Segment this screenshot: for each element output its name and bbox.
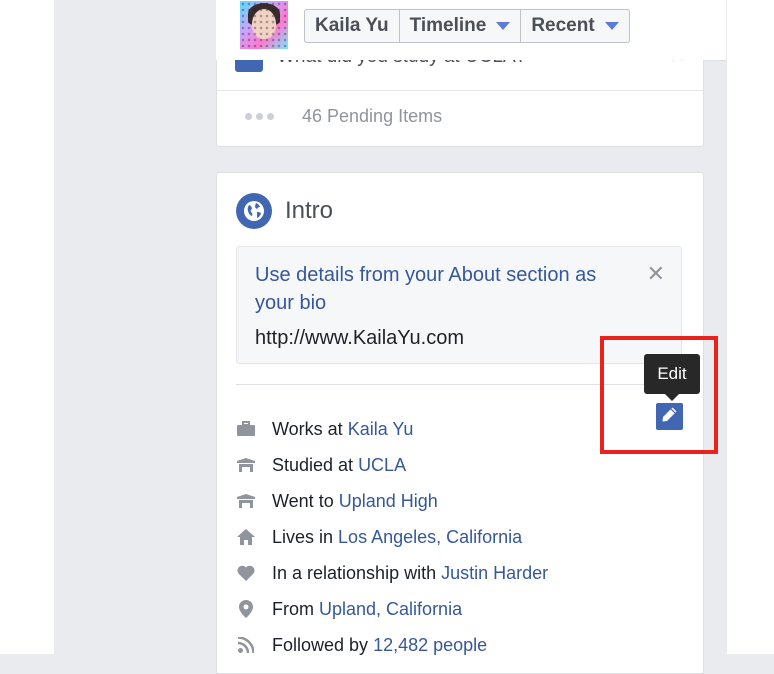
rss-icon xyxy=(236,635,256,655)
use-about-details-link[interactable]: Use details from your About section as y… xyxy=(255,261,635,317)
relationship-link[interactable]: Justin Harder xyxy=(441,563,548,583)
chevron-down-icon xyxy=(604,22,619,30)
pending-items-label: 46 Pending Items xyxy=(302,106,443,126)
house-icon xyxy=(236,527,256,547)
study-prompt-row[interactable]: What did you study at UCLA? ✕ xyxy=(217,60,703,91)
work-link[interactable]: Kaila Yu xyxy=(348,419,414,439)
avatar[interactable] xyxy=(240,1,288,49)
breadcrumb: Kaila Yu Timeline Recent xyxy=(304,9,630,43)
map-pin-icon xyxy=(236,599,256,619)
briefcase-icon xyxy=(236,419,256,439)
more-dots-icon xyxy=(245,113,274,120)
graduation-cap-icon xyxy=(236,491,256,511)
left-gutter xyxy=(0,0,54,654)
right-gutter xyxy=(727,0,774,654)
close-icon[interactable]: ✕ xyxy=(670,60,685,67)
bio-url-text: http://www.KailaYu.com xyxy=(255,327,464,349)
list-item: Lives in Los Angeles, California xyxy=(236,519,682,555)
hometown-link[interactable]: Upland, California xyxy=(319,599,462,619)
heart-icon xyxy=(236,563,256,583)
study-prompt-text: What did you study at UCLA? xyxy=(277,60,526,68)
list-item: Followed by 12,482 people xyxy=(236,627,682,663)
list-item: Went to Upland High xyxy=(236,483,682,519)
graduation-cap-icon xyxy=(236,455,256,475)
current-city-link[interactable]: Los Angeles, California xyxy=(338,527,522,547)
timeline-header: Kaila Yu Timeline Recent xyxy=(216,0,726,61)
profile-name-link[interactable]: Kaila Yu xyxy=(305,10,399,42)
timeline-dropdown[interactable]: Timeline xyxy=(398,10,521,42)
composer-card: What did you study at UCLA? ✕ 46 Pending… xyxy=(216,60,704,147)
followers-link[interactable]: 12,482 people xyxy=(373,635,487,655)
list-item: In a relationship with Justin Harder xyxy=(236,555,682,591)
question-icon xyxy=(235,60,263,72)
close-icon[interactable]: ✕ xyxy=(647,261,665,287)
high-school-link[interactable]: Upland High xyxy=(339,491,438,511)
annotation-highlight-box xyxy=(600,336,718,454)
recent-dropdown[interactable]: Recent xyxy=(520,10,628,42)
pending-items-link[interactable]: 46 Pending Items xyxy=(245,106,442,127)
list-item: From Upland, California xyxy=(236,591,682,627)
chevron-down-icon xyxy=(496,22,511,30)
intro-title: Intro xyxy=(285,197,334,224)
college-link[interactable]: UCLA xyxy=(358,455,406,475)
globe-icon xyxy=(236,193,272,229)
